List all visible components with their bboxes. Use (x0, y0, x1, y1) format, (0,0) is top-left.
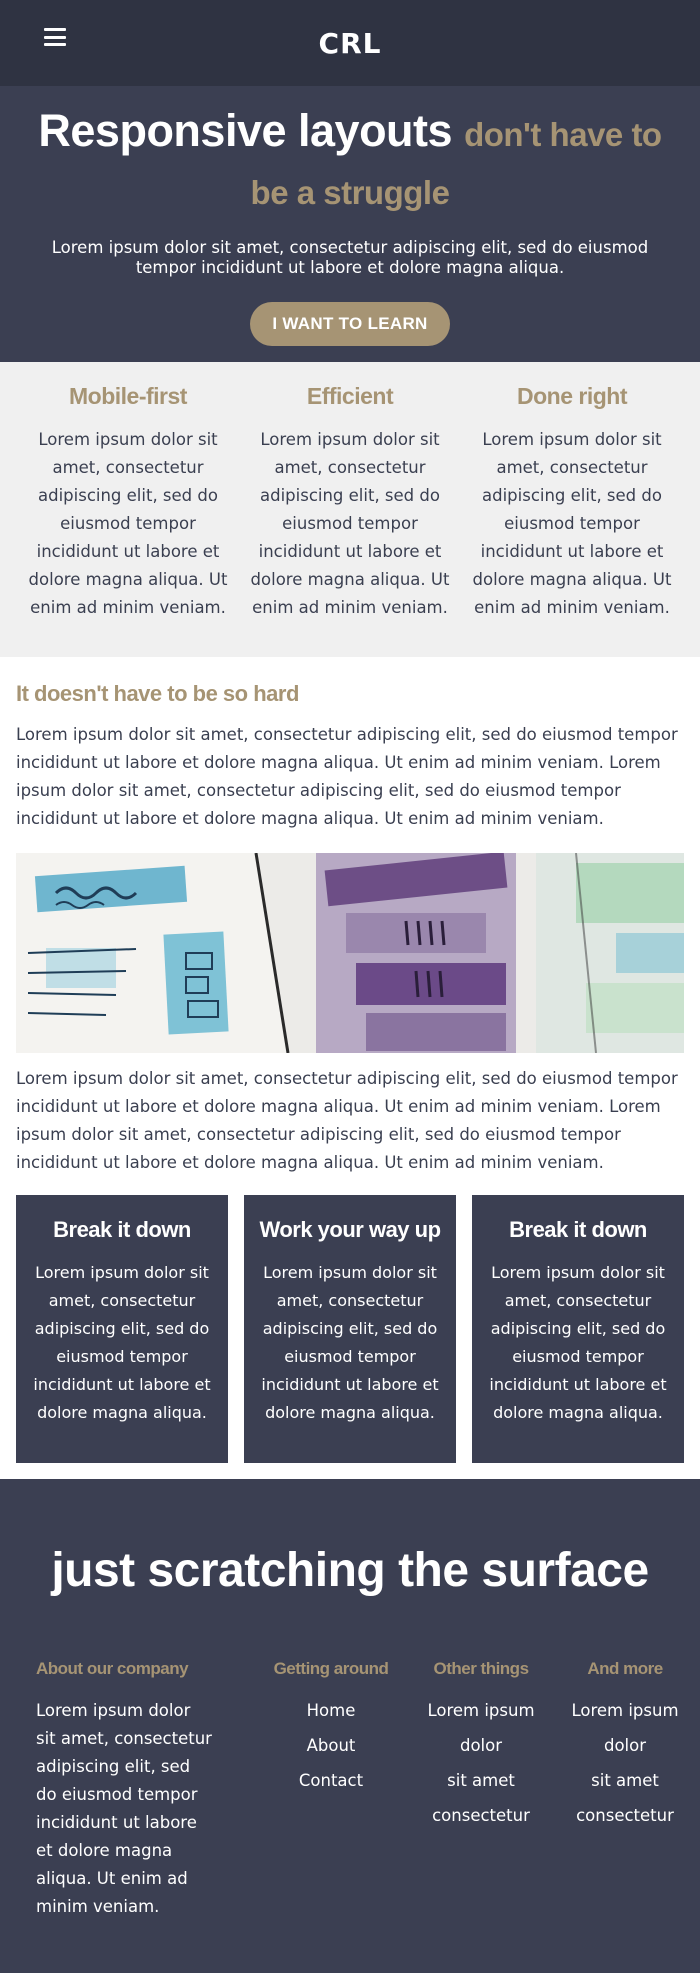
hamburger-menu-icon[interactable] (44, 28, 66, 46)
feature-done-right: Done right Lorem ipsum dolor sit amet, c… (468, 380, 676, 657)
hero-title: Responsive layouts don't have to be a st… (0, 104, 700, 220)
feature-text: Lorem ipsum dolor sit amet, consectetur … (250, 430, 450, 617)
features-section: Mobile-first Lorem ipsum dolor sit amet,… (0, 362, 700, 657)
menu-bar (44, 28, 66, 31)
footer-heading: Other things (433, 1659, 529, 1678)
hero-title-main: Responsive layouts (38, 105, 453, 156)
footer-link-about[interactable]: About (250, 1728, 412, 1763)
feature-text: Lorem ipsum dolor sit amet, consectetur … (28, 430, 228, 617)
footer-link-contact[interactable]: Contact (250, 1763, 412, 1798)
footer-line: sit amet (591, 1771, 659, 1790)
footer-other-things: Other things Lorem ipsum dolor sit amet … (412, 1657, 550, 1921)
hero-section: Responsive layouts don't have to be a st… (0, 86, 700, 362)
footer-line: consectetur (576, 1806, 674, 1825)
menu-bar (44, 43, 66, 46)
content-paragraph: Lorem ipsum dolor sit amet, consectetur … (16, 1069, 678, 1172)
site-logo[interactable]: CRL (319, 27, 382, 60)
footer-line: sit amet (447, 1771, 515, 1790)
card-work-your-way-up: Work your way up Lorem ipsum dolor sit a… (244, 1195, 456, 1463)
card-row: Break it down Lorem ipsum dolor sit amet… (16, 1195, 684, 1463)
menu-bar (44, 35, 66, 39)
feature-efficient: Efficient Lorem ipsum dolor sit amet, co… (246, 380, 454, 657)
footer-link-home[interactable]: Home (250, 1693, 412, 1728)
footer-line: dolor (603, 1736, 647, 1755)
footer-heading: Getting around (273, 1659, 389, 1678)
feature-text: Lorem ipsum dolor sit amet, consectetur … (472, 430, 672, 617)
card-break-it-down-2: Break it down Lorem ipsum dolor sit amet… (472, 1195, 684, 1463)
top-nav: CRL (0, 0, 700, 86)
card-break-it-down: Break it down Lorem ipsum dolor sit amet… (16, 1195, 228, 1463)
feature-title: Done right (517, 383, 628, 409)
card-text: Lorem ipsum dolor sit amet, consectetur … (261, 1263, 439, 1422)
footer-line: Lorem ipsum (427, 1701, 535, 1720)
footer-line: dolor (459, 1736, 503, 1755)
content-paragraph: Lorem ipsum dolor sit amet, consectetur … (16, 725, 678, 828)
footer-and-more: And more Lorem ipsum dolor sit amet cons… (550, 1657, 700, 1921)
hero-description: Lorem ipsum dolor sit amet, consectetur … (51, 238, 649, 277)
footer-line: Lorem ipsum (571, 1701, 679, 1720)
footer-more-text: Lorem ipsum dolor sit amet consectetur (550, 1693, 700, 1833)
card-title: Work your way up (259, 1217, 441, 1242)
card-text: Lorem ipsum dolor sit amet, consectetur … (489, 1263, 667, 1422)
main-content: It doesn't have to be so hard Lorem ipsu… (0, 657, 700, 1463)
card-title: Break it down (53, 1217, 191, 1242)
footer-about: About our company Lorem ipsum dolor sit … (36, 1657, 212, 1921)
wireframe-sketch-image (16, 853, 684, 1053)
footer-line: consectetur (432, 1806, 530, 1825)
footer-heading: And more (587, 1659, 663, 1678)
feature-title: Mobile-first (69, 383, 187, 409)
card-text: Lorem ipsum dolor sit amet, consectetur … (33, 1263, 211, 1422)
footer-heading: About our company (36, 1659, 189, 1678)
footer-title: just scratching the surface (51, 1544, 649, 1597)
footer-about-text: Lorem ipsum dolor sit amet, consectetur … (36, 1701, 212, 1916)
site-footer: just scratching the surface About our co… (0, 1479, 700, 1973)
footer-getting-around: Getting around Home About Contact (250, 1657, 412, 1921)
feature-title: Efficient (306, 383, 394, 409)
footer-other-text: Lorem ipsum dolor sit amet consectetur (412, 1693, 550, 1833)
card-title: Break it down (509, 1217, 647, 1242)
footer-nav-list: Home About Contact (250, 1693, 412, 1798)
footer-columns: About our company Lorem ipsum dolor sit … (0, 1601, 700, 1921)
feature-mobile-first: Mobile-first Lorem ipsum dolor sit amet,… (24, 380, 232, 657)
content-title: It doesn't have to be so hard (16, 681, 299, 706)
learn-button[interactable]: I WANT TO LEARN (250, 302, 450, 346)
